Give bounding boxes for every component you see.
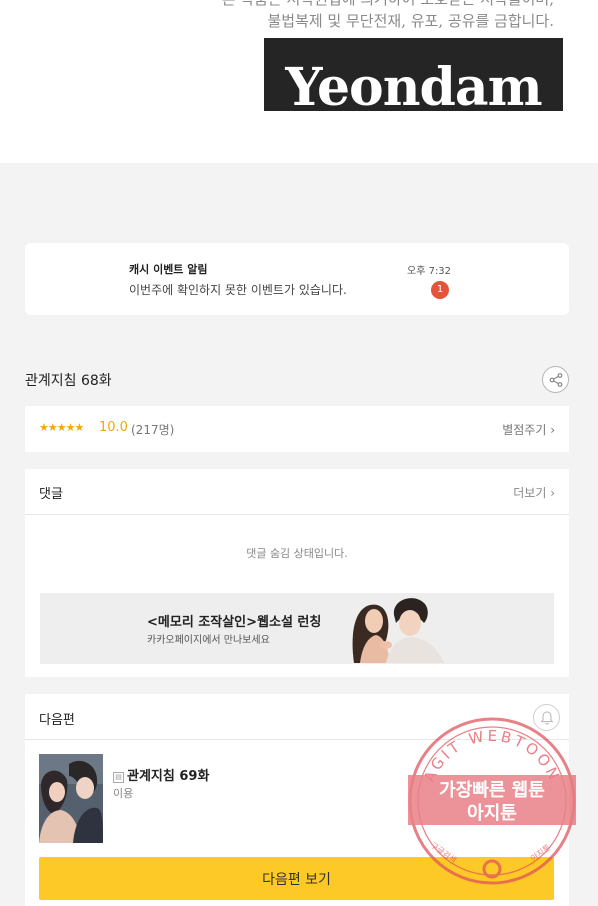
notification-time: 오후 7:32 [407,266,452,277]
next-episode-thumbnail[interactable] [39,754,103,843]
web-novel-promo-banner[interactable]: <메모리 조작살인>웹소설 런칭 카카오페이지에서 만나보세요 [40,593,554,664]
promo-couple-illustration [352,598,444,663]
notification-count-badge: 1 [431,281,449,299]
copyright-notice-line1: 본 작품은 저작권법에 의거하여 보호받는 저작물이며, [222,0,554,9]
comments-header: 댓글 [39,487,63,502]
watermark-line2: 아지툰 [467,803,517,824]
comments-hidden-message: 댓글 숨김 상태입니다. [246,547,348,560]
top-banner: 본 작품은 저작권법에 의거하여 보호받는 저작물이며, 불법복제 및 무단전재… [0,0,598,163]
comments-more-link[interactable]: 더보기 › [513,484,555,501]
cash-event-notification[interactable]: 캐시 이벤트 알림 이번주에 확인하지 못한 이벤트가 있습니다. 오후 7:3… [25,243,569,315]
rating-score: 10.0 [99,420,128,435]
copyright-notice-line2: 불법복제 및 무단전재, 유포, 공유를 금합니다. [267,12,554,30]
share-button[interactable] [542,366,569,393]
notification-title: 캐시 이벤트 알림 [129,263,208,276]
rate-button[interactable]: 별점주기 › [502,421,555,438]
watermark-bottom-left: 구글검색 [429,840,459,865]
agit-webtoon-watermark-stamp: AGIT WEBTOON 가장빠른 웹툰 아지툰 구글검색 아지툰 [408,717,576,885]
next-episode-header: 다음편 [39,713,75,728]
share-icon [549,373,563,387]
episode-badge-icon: ▤ [113,772,124,783]
divider [25,514,569,515]
next-episode-title-text: 관계지침 69화 [127,769,210,784]
promo-title: <메모리 조작살인>웹소설 런칭 [147,615,322,630]
yeondam-logo: Yeondam [264,38,563,111]
next-episode-title: ▤ 관계지침 69화 [113,765,209,784]
promo-subtitle: 카카오페이지에서 만나보세요 [147,635,270,646]
rating-card: ★★★★★ 10.0 (217명) 별점주기 › [25,406,569,452]
episode-title: 관계지침 68화 [25,373,112,389]
rating-count: (217명) [131,423,175,437]
comments-card: 댓글 더보기 › 댓글 숨김 상태입니다. <메모리 조작살인>웹소설 런칭 카… [25,469,569,677]
notification-message: 이번주에 확인하지 못한 이벤트가 있습니다. [129,283,347,297]
star-rating: ★★★★★ [39,421,84,434]
next-episode-status: 이용 [113,787,134,800]
logo-text: Yeondam [285,57,542,111]
watermark-line1: 가장빠른 웹툰 [439,780,545,801]
